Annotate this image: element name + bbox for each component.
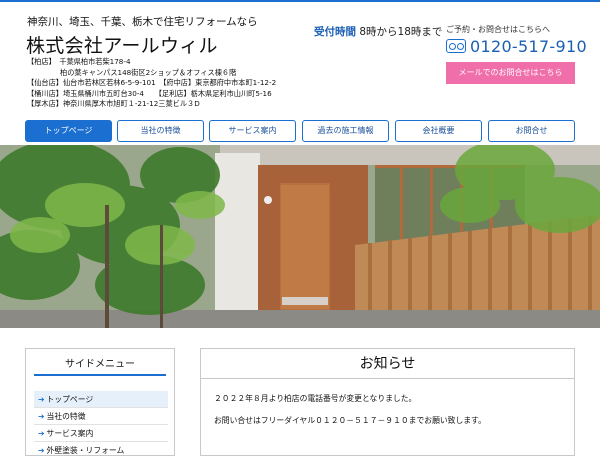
freedial-icon bbox=[446, 39, 466, 53]
arrow-right-icon: ➔ bbox=[38, 412, 45, 421]
address-line: 【仙台店】仙台市若林区若林6-5-9-101 【府中店】東京都府中市本町1-12… bbox=[27, 78, 277, 87]
notice-paragraph: お問い合せはフリーダイヤル０１２０－５１７－９１０までお願い致します。 bbox=[214, 416, 486, 425]
business-hours: 受付時間 8時から18時まで bbox=[314, 24, 442, 39]
nav-item-works[interactable]: 過去の施工情報 bbox=[302, 120, 389, 142]
side-item-services[interactable]: ➔ サービス案内 bbox=[34, 425, 168, 442]
side-item-label: トップページ bbox=[46, 395, 94, 404]
nav-item-services[interactable]: サービス案内 bbox=[209, 120, 296, 142]
nav-item-features[interactable]: 当社の特徴 bbox=[117, 120, 204, 142]
nav-item-contact[interactable]: お問合せ bbox=[488, 120, 575, 142]
hero-house-illustration bbox=[0, 145, 600, 328]
side-item-top[interactable]: ➔ トップページ bbox=[34, 391, 168, 408]
side-item-label: 当社の特徴 bbox=[46, 412, 86, 421]
hero-image bbox=[0, 145, 600, 328]
hours-value: 8時から18時まで bbox=[359, 26, 443, 38]
phone-number[interactable]: 0120-517-910 bbox=[470, 37, 587, 56]
address-line: 【桶川店】埼玉県桶川市五町台30-4 【足利店】栃木県足利市山川町5-16 bbox=[27, 88, 272, 98]
top-accent-line bbox=[0, 0, 600, 2]
side-item-label: サービス案内 bbox=[46, 429, 94, 438]
mail-contact-button[interactable]: メールでのお問合せはこちら bbox=[446, 62, 575, 84]
address-line: 【柏店】 千葉県柏市若柴178-4 bbox=[27, 57, 131, 66]
arrow-right-icon: ➔ bbox=[38, 429, 45, 438]
company-name-logo[interactable]: 株式会社アールウィル bbox=[26, 31, 218, 58]
header-tagline: 神奈川、埼玉、千葉、栃木で住宅リフォームなら bbox=[27, 16, 258, 28]
address-line: 【厚木店】神奈川県厚木市旭町１-21-12三葉ビル３D bbox=[27, 99, 200, 108]
arrow-right-icon: ➔ bbox=[38, 446, 45, 455]
contact-label: ご予約・お問合せはこちらへ bbox=[446, 25, 550, 34]
side-item-label: 外壁塗装・リフォーム bbox=[46, 446, 125, 455]
side-item-exterior[interactable]: ➔ 外壁塗装・リフォーム bbox=[34, 442, 168, 456]
nav-item-top[interactable]: トップページ bbox=[25, 120, 112, 142]
notice-paragraph: ２０２２年８月より柏店の電話番号が変更となりました。 bbox=[214, 394, 417, 403]
notice-panel: お知らせ ２０２２年８月より柏店の電話番号が変更となりました。 お問い合せはフリ… bbox=[200, 348, 575, 456]
side-menu-title: サイドメニュー bbox=[65, 359, 135, 370]
arrow-right-icon: ➔ bbox=[38, 395, 45, 404]
side-item-features[interactable]: ➔ 当社の特徴 bbox=[34, 408, 168, 425]
side-menu: サイドメニュー ➔ トップページ ➔ 当社の特徴 ➔ サービス案内 ➔ 外壁塗装・リフォ… bbox=[25, 348, 175, 456]
nav-item-company[interactable]: 会社概要 bbox=[395, 120, 482, 142]
store-addresses: 【柏店】 千葉県柏市若柴178-4 柏の葉キャンパス148街区2ショップ＆オフィ… bbox=[27, 57, 276, 110]
hours-label: 受付時間 bbox=[314, 26, 356, 38]
main-nav: トップページ 当社の特徴 サービス案内 過去の施工情報 会社概要 お問合せ bbox=[25, 120, 575, 142]
address-line: 柏の葉キャンパス148街区2ショップ＆オフィス棟６階 bbox=[60, 67, 237, 77]
notice-title: お知らせ bbox=[201, 349, 574, 379]
side-menu-divider bbox=[34, 374, 166, 376]
